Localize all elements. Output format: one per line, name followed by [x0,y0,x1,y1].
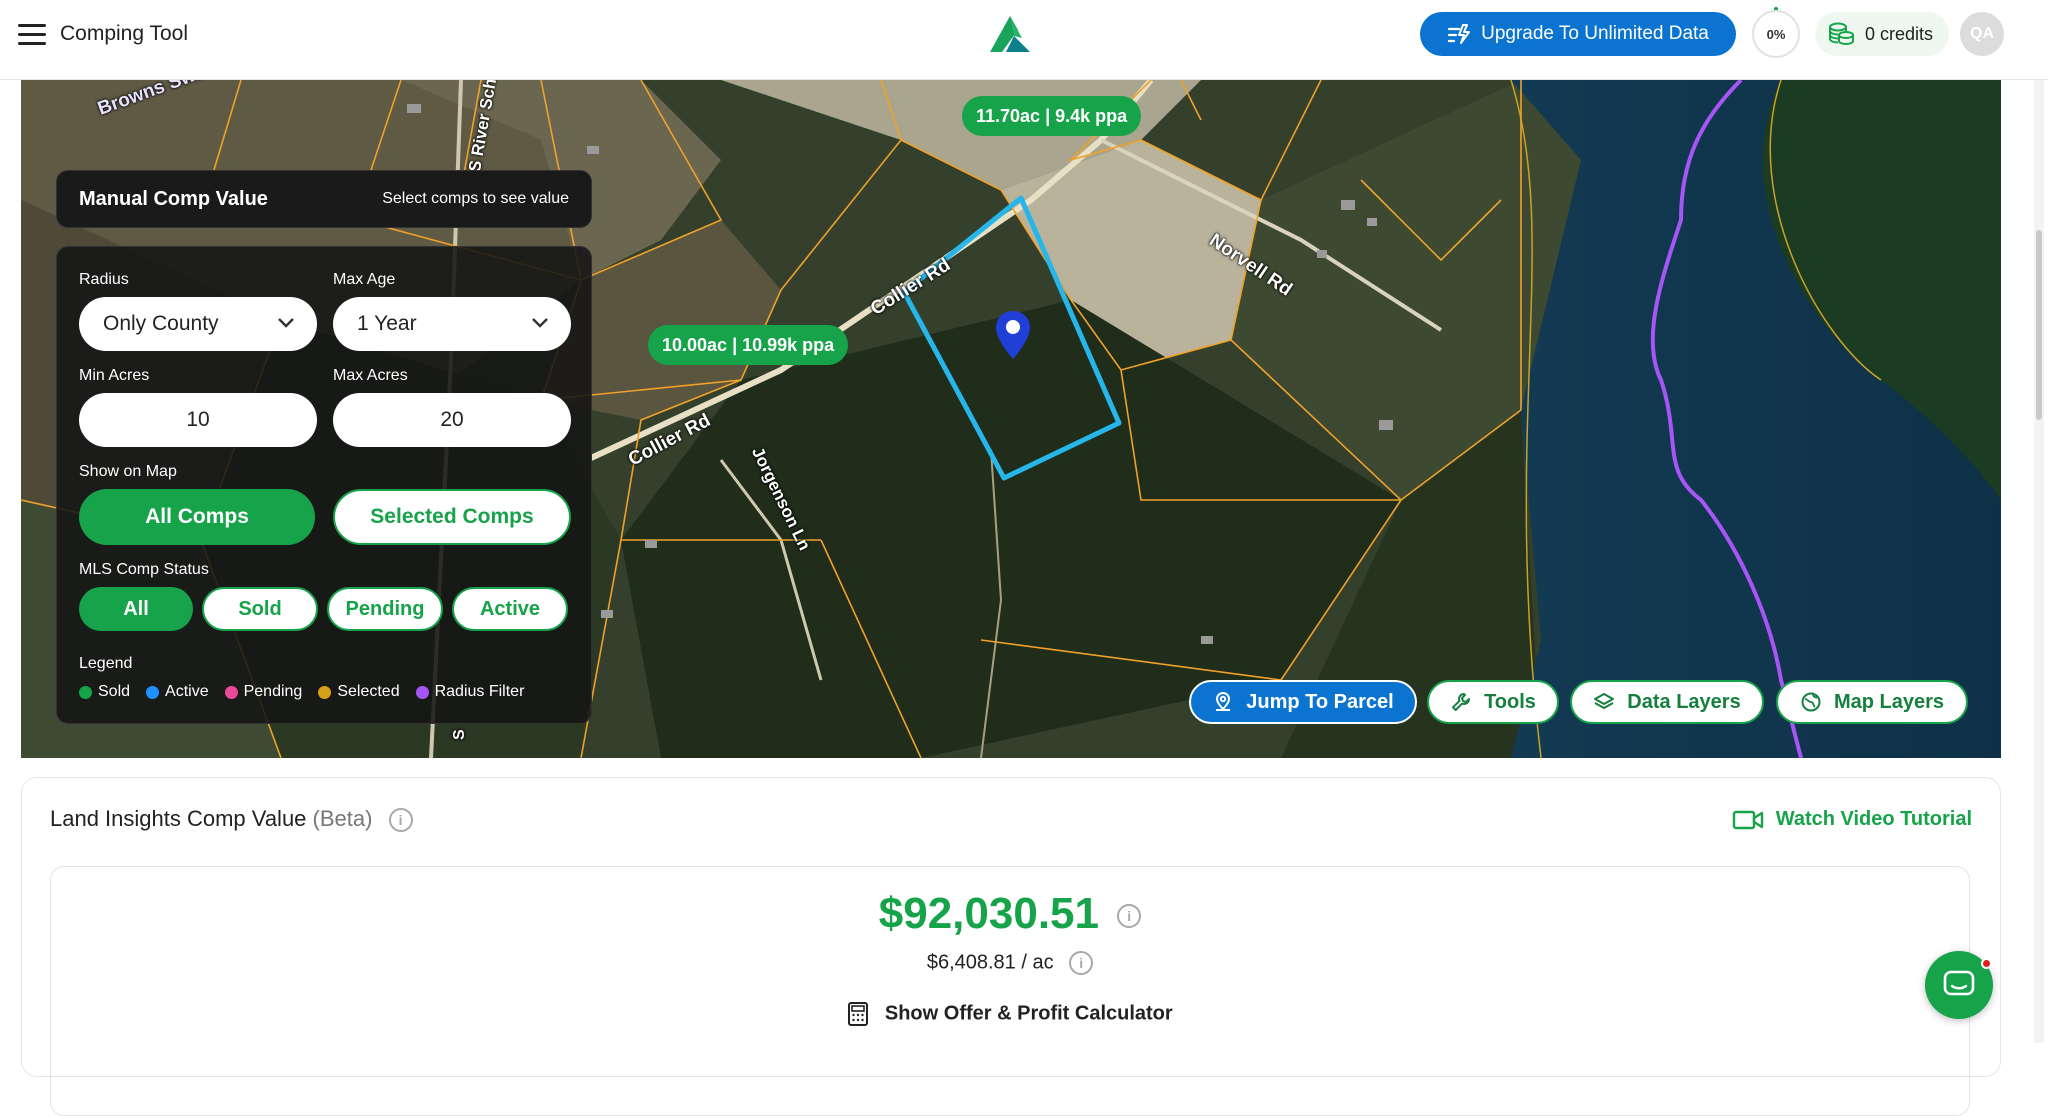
legend-item-active: Active [146,683,209,701]
page-scrollbar[interactable] [2034,80,2044,1043]
radius-label: Radius [79,271,129,288]
legend-label-radius-filter: Radius Filter [434,683,525,700]
chevron-down-icon [532,318,548,328]
per-acre-info-icon[interactable]: i [1069,951,1094,975]
upgrade-button[interactable]: Upgrade To Unlimited Data [1420,12,1736,56]
legend-label-pending: Pending [243,683,303,700]
calculator-icon [848,1002,869,1026]
comp-filter-panel: Radius Max Age Only County 1 Year Min Ac… [56,246,592,724]
radius-value: Only County [103,312,219,335]
app-title: Comping Tool [60,22,189,45]
wrench-icon [1452,693,1471,711]
map-legend: Sold Active Pending Selected Radius Filt… [79,683,524,701]
calculator-label: Show Offer & Profit Calculator [884,1002,1173,1025]
all-comps-button[interactable]: All Comps [79,489,315,545]
per-acre-text: $6,408.81 / ac [926,951,1054,974]
comp-value-card: Land Insights Comp Value (Beta) i Watch … [21,777,2001,1116]
max-acres-input[interactable]: 20 [333,393,571,447]
min-acres-label: Min Acres [79,367,150,384]
jump-to-parcel-label: Jump To Parcel [1246,690,1394,713]
legend-item-selected: Selected [318,683,400,701]
map-label-s: S [451,729,468,740]
offer-profit-calculator-link[interactable]: Show Offer & Profit Calculator [51,1001,1969,1027]
legend-dot-pending [224,685,238,699]
comp-pill-west[interactable]: 10.00ac | 10.99k ppa [648,325,849,365]
legend-item-radius-filter: Radius Filter [415,683,525,701]
globe-icon [1801,692,1821,712]
top-bar: Comping Tool Upgrade To Unlimited Data 0… [0,0,2048,80]
max-acres-label: Max Acres [333,367,408,384]
tools-label: Tools [1484,690,1536,713]
jump-to-parcel-button[interactable]: Jump To Parcel [1189,680,1417,724]
map-layers-label: Map Layers [1833,690,1945,713]
video-camera-icon [1732,810,1763,829]
coins-icon [1829,22,1854,46]
info-icon[interactable]: i [388,808,413,833]
selected-comps-button[interactable]: Selected Comps [333,489,571,545]
map-pin-icon[interactable] [993,309,1033,361]
parcel-pin-icon [1216,691,1231,711]
credits-label: 0 credits [1865,23,1934,44]
legend-dot-selected [318,685,332,699]
hamburger-menu-icon[interactable] [18,24,46,48]
legend-label-sold: Sold [98,683,131,700]
mls-status-label: MLS Comp Status [79,561,209,578]
manual-comp-value-header: Manual Comp Value Select comps to see va… [56,170,592,228]
max-age-label: Max Age [333,271,396,288]
manual-comp-subtitle: Select comps to see value [382,190,569,207]
chat-icon [1943,970,1975,996]
min-acres-input[interactable]: 10 [79,393,317,447]
comp-value-amount: $92,030.51 i [51,889,1969,939]
beta-tag: (Beta) [312,806,373,831]
status-chip-pending[interactable]: Pending [327,587,443,631]
tutorial-label: Watch Video Tutorial [1775,808,1972,830]
legend-label-active: Active [165,683,209,700]
value-info-icon[interactable]: i [1117,904,1142,929]
comp-value-text: $92,030.51 [878,889,1099,938]
status-chip-sold[interactable]: Sold [202,587,318,631]
max-age-value: 1 Year [357,312,417,335]
usage-progress-ring: 0% [1752,10,1800,58]
card-title: Land Insights Comp Value (Beta) i [50,806,413,833]
tools-button[interactable]: Tools [1427,680,1559,724]
manual-comp-title: Manual Comp Value [79,187,268,210]
legend-item-pending: Pending [224,683,303,701]
map-layers-button[interactable]: Map Layers [1776,680,1968,724]
scrollbar-thumb[interactable] [2036,230,2042,420]
radius-select[interactable]: Only County [79,297,317,351]
legend-label-selected: Selected [337,683,400,700]
status-chip-active[interactable]: Active [452,587,568,631]
avatar[interactable]: QA [1960,12,2004,56]
logo-icon[interactable] [988,14,1032,54]
credits-badge[interactable]: 0 credits [1815,12,1949,56]
data-layers-label: Data Layers [1627,690,1741,713]
upgrade-icon [1448,24,1471,44]
card-title-text: Land Insights Comp Value [50,806,307,831]
upgrade-label: Upgrade To Unlimited Data [1481,23,1709,44]
layers-icon [1594,693,1615,709]
legend-dot-radius-filter [415,685,429,699]
legend-dot-sold [79,685,92,699]
data-layers-button[interactable]: Data Layers [1570,680,1764,724]
watch-video-tutorial-link[interactable]: Watch Video Tutorial [1732,808,1972,831]
legend-item-sold: Sold [79,683,130,701]
show-on-map-label: Show on Map [79,463,177,480]
max-age-select[interactable]: 1 Year [333,297,571,351]
chat-notification-dot [1981,958,1992,969]
legend-dot-active [146,685,160,699]
comp-value-summary: $92,030.51 i $6,408.81 / ac i Show Offer… [50,866,1970,1116]
per-acre-value: $6,408.81 / ac i [51,951,1969,975]
chevron-down-icon [278,318,294,328]
legend-label: Legend [79,655,133,672]
status-chip-all[interactable]: All [79,587,193,631]
comp-pill-north[interactable]: 11.70ac | 9.4k ppa [962,96,1142,136]
